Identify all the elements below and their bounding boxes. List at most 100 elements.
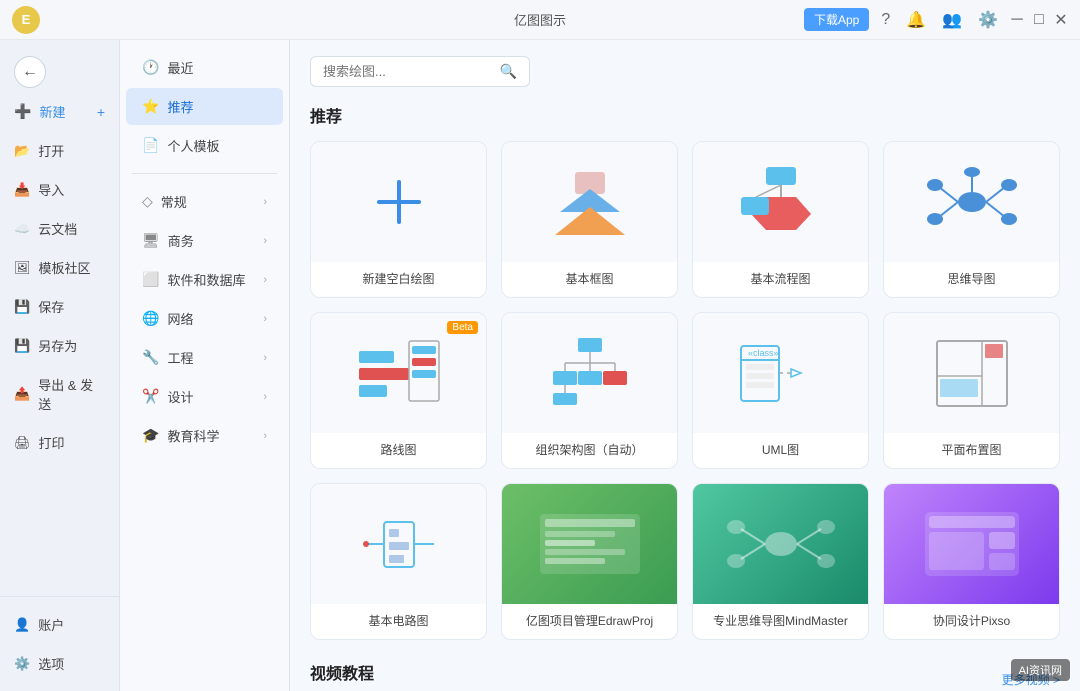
general-icon: ◇ <box>142 193 153 210</box>
template-img-mindmaster <box>693 484 868 604</box>
sidebar-item-import[interactable]: 📥 导入 <box>0 170 119 209</box>
cloud-icon: ☁️ <box>14 221 30 237</box>
download-app-button[interactable]: 下载App <box>804 8 869 31</box>
sidebar-mid-business[interactable]: 🖥 商务 › <box>126 222 283 259</box>
sidebar-mid-engineering[interactable]: 🔧 工程 › <box>126 339 283 376</box>
software-chevron-icon: › <box>263 274 267 286</box>
template-card-pixso[interactable]: 产品推荐 协同设计Pixso <box>883 483 1060 640</box>
sidebar-item-account[interactable]: 👤 账户 <box>0 605 119 644</box>
share-icon-button[interactable]: 👥 <box>938 8 966 32</box>
template-label-circuit: 基本电路图 <box>368 604 428 639</box>
sidebar-divider <box>132 173 277 174</box>
personal-icon: 📄 <box>142 137 159 154</box>
template-label-org-chart: 组织架构图（自动） <box>535 433 643 468</box>
template-img-new-blank <box>311 142 486 262</box>
template-card-mindmap[interactable]: 思维导图 <box>883 141 1060 298</box>
engineering-chevron-icon: › <box>263 352 267 364</box>
template-img-floor-plan <box>884 313 1059 433</box>
sidebar-mid-recent[interactable]: 🕐 最近 <box>126 49 283 86</box>
sidebar-mid-software[interactable]: ⬜ 软件和数据库 › <box>126 261 283 298</box>
export-icon: 📤 <box>14 386 30 402</box>
template-card-basic-wireframe[interactable]: 基本框图 <box>501 141 678 298</box>
sidebar-item-save[interactable]: 💾 保存 <box>0 287 119 326</box>
sidebar-item-cloud[interactable]: ☁️ 云文档 <box>0 209 119 248</box>
template-label-mindmap: 思维导图 <box>947 262 995 297</box>
template-card-edrawproj[interactable]: 产品推荐 亿图项目管理EdrawProj <box>501 483 678 640</box>
options-icon: ⚙️ <box>14 656 30 672</box>
template-card-mindmaster[interactable]: 产品推荐 <box>692 483 869 640</box>
app-title: 亿图图示 <box>514 10 566 29</box>
template-label-pixso: 协同设计Pixso <box>933 604 1010 639</box>
sidebar-item-print[interactable]: 🖨 打印 <box>0 423 119 462</box>
general-chevron-icon: › <box>263 196 267 208</box>
template-label-basic-wireframe: 基本框图 <box>565 262 613 297</box>
back-button[interactable]: ← <box>14 56 46 88</box>
general-label: 常规 <box>161 192 187 211</box>
sidebar-item-options[interactable]: ⚙️ 选项 <box>0 644 119 683</box>
save-label: 保存 <box>38 297 64 316</box>
sidebar-mid-design[interactable]: ✂️ 设计 › <box>126 378 283 415</box>
recommend-section-title: 推荐 <box>310 103 1060 127</box>
close-button[interactable]: ✕ <box>1054 13 1068 27</box>
promo-placeholder-pixso <box>884 484 1059 604</box>
business-chevron-icon: › <box>263 235 267 247</box>
network-label: 网络 <box>167 309 193 328</box>
search-bar[interactable]: 🔍 <box>310 56 530 87</box>
template-card-circuit[interactable]: 基本电路图 <box>310 483 487 640</box>
help-icon-button[interactable]: ? <box>877 9 894 31</box>
main-content: 🔍 推荐 新建空白绘图 <box>290 40 1080 691</box>
recommend-icon: ⭐ <box>142 98 159 115</box>
video-section-header: 视频教程 更多视频 > <box>310 660 1060 691</box>
personal-label: 个人模板 <box>167 136 219 155</box>
export-label: 导出 & 发送 <box>38 375 105 413</box>
search-input[interactable] <box>323 64 500 79</box>
sidebar-mid-recommend[interactable]: ⭐ 推荐 <box>126 88 283 125</box>
sidebar-item-template[interactable]: 🖼 模板社区 <box>0 248 119 287</box>
template-card-uml[interactable]: «class» UML图 <box>692 312 869 469</box>
template-img-edrawproj <box>502 484 677 604</box>
sidebar-mid-education[interactable]: 🎓 教育科学 › <box>126 417 283 454</box>
template-img-uml: «class» <box>693 313 868 433</box>
template-label-floor-plan: 平面布置图 <box>941 433 1001 468</box>
template-card-org-chart[interactable]: 组织架构图（自动） <box>501 312 678 469</box>
sidebar-item-new[interactable]: ➕ 新建 + <box>0 92 119 131</box>
avatar-button[interactable]: E <box>12 6 40 34</box>
software-icon: ⬜ <box>142 271 159 288</box>
settings-icon-button[interactable]: ⚙️ <box>974 8 1002 32</box>
sidebar-item-saveas[interactable]: 💾 另存为 <box>0 326 119 365</box>
video-section-title: 视频教程 <box>310 660 374 684</box>
main-layout: ← ➕ 新建 + 📂 打开 📥 导入 ☁️ 云文档 🖼 模板社区 💾 保存 💾 <box>0 40 1080 691</box>
template-card-route-map[interactable]: Beta 路线图 <box>310 312 487 469</box>
sidebar-mid-network[interactable]: 🌐 网络 › <box>126 300 283 337</box>
software-label: 软件和数据库 <box>167 270 245 289</box>
template-label: 模板社区 <box>39 258 91 277</box>
import-label: 导入 <box>38 180 64 199</box>
engineering-label: 工程 <box>167 348 193 367</box>
notification-icon-button[interactable]: 🔔 <box>902 8 930 32</box>
template-label-basic-flowchart: 基本流程图 <box>750 262 810 297</box>
template-label-new-blank: 新建空白绘图 <box>362 262 434 297</box>
svg-text:«class»: «class» <box>748 348 779 358</box>
maximize-button[interactable]: □ <box>1032 13 1046 27</box>
engineering-icon: 🔧 <box>142 349 159 366</box>
template-label-edrawproj: 亿图项目管理EdrawProj <box>526 604 653 639</box>
template-label-route-map: 路线图 <box>380 433 416 468</box>
sidebar-mid-personal[interactable]: 📄 个人模板 <box>126 127 283 164</box>
beta-badge: Beta <box>447 321 478 334</box>
network-chevron-icon: › <box>263 313 267 325</box>
save-icon: 💾 <box>14 299 30 315</box>
template-card-new-blank[interactable]: 新建空白绘图 <box>310 141 487 298</box>
saveas-icon: 💾 <box>14 338 30 354</box>
template-icon: 🖼 <box>14 260 31 276</box>
minimize-button[interactable]: ─ <box>1010 13 1024 27</box>
search-icon: 🔍 <box>500 63 517 80</box>
template-card-floor-plan[interactable]: 平面布置图 <box>883 312 1060 469</box>
sidebar-item-open[interactable]: 📂 打开 <box>0 131 119 170</box>
sidebar-item-export[interactable]: 📤 导出 & 发送 <box>0 365 119 423</box>
open-icon: 📂 <box>14 143 30 159</box>
template-card-basic-flowchart[interactable]: 基本流程图 <box>692 141 869 298</box>
business-icon: 🖥 <box>142 232 160 249</box>
sidebar-mid-general[interactable]: ◇ 常规 › <box>126 183 283 220</box>
template-label-uml: UML图 <box>762 433 799 468</box>
cloud-label: 云文档 <box>38 219 77 238</box>
